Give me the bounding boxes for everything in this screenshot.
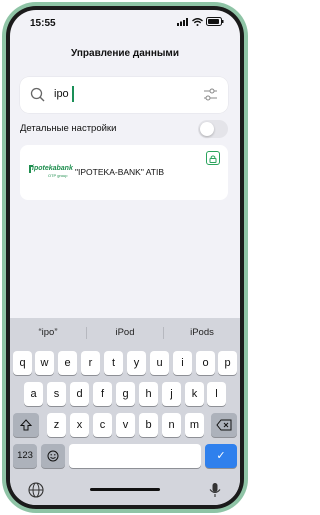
page-title: Управление данными <box>71 48 179 59</box>
toggle-knob <box>200 122 214 136</box>
key-a[interactable]: a <box>24 382 43 406</box>
suggestion-bar: “ipo” iPod iPods <box>10 318 240 348</box>
wifi-icon <box>192 17 203 26</box>
suggestion-divider <box>163 327 164 339</box>
key-b[interactable]: b <box>139 413 158 437</box>
key-l[interactable]: l <box>207 382 226 406</box>
key-s[interactable]: s <box>47 382 66 406</box>
text-cursor <box>72 86 74 102</box>
key-d[interactable]: d <box>70 382 89 406</box>
screen: 15:55 Управление данными ipo Детальные н… <box>10 10 240 505</box>
battery-icon <box>206 17 224 26</box>
status-time: 15:55 <box>30 18 56 29</box>
keyboard: “ipo” iPod iPods q w e r t y u i o p a s… <box>10 318 240 505</box>
status-bar: 15:55 <box>10 10 240 36</box>
lock-icon <box>206 151 220 165</box>
key-e[interactable]: e <box>58 351 77 375</box>
suggestion-divider <box>86 327 87 339</box>
key-k[interactable]: k <box>185 382 204 406</box>
cellular-icon <box>177 17 188 26</box>
key-u[interactable]: u <box>150 351 169 375</box>
shift-icon <box>19 419 33 431</box>
key-z[interactable]: z <box>47 413 66 437</box>
key-f[interactable]: f <box>93 382 112 406</box>
key-y[interactable]: y <box>127 351 146 375</box>
emoji-key[interactable] <box>41 444 65 468</box>
suggestion-3[interactable]: iPods <box>172 327 232 338</box>
status-icons <box>177 17 224 26</box>
key-q[interactable]: q <box>13 351 32 375</box>
backspace-icon <box>216 419 232 431</box>
key-h[interactable]: h <box>139 382 158 406</box>
delete-key[interactable] <box>211 413 237 437</box>
logo-text: ipotekabank <box>32 165 73 172</box>
globe-icon[interactable] <box>28 482 44 498</box>
key-m[interactable]: m <box>185 413 204 437</box>
bank-name: "IPOTEKA-BANK" ATIB <box>75 167 165 177</box>
key-w[interactable]: w <box>35 351 54 375</box>
emoji-icon <box>47 450 59 462</box>
key-x[interactable]: x <box>70 413 89 437</box>
logo-sub-text: OTP group <box>48 173 68 178</box>
home-indicator <box>90 488 160 491</box>
key-o[interactable]: o <box>196 351 215 375</box>
key-p[interactable]: p <box>218 351 237 375</box>
filter-sliders-icon[interactable] <box>203 87 218 102</box>
key-v[interactable]: v <box>116 413 135 437</box>
key-g[interactable]: g <box>116 382 135 406</box>
key-j[interactable]: j <box>162 382 181 406</box>
search-input[interactable]: ipo <box>54 88 69 100</box>
microphone-icon[interactable] <box>208 482 222 498</box>
search-field[interactable]: ipo <box>20 77 228 113</box>
suggestion-1[interactable]: “ipo” <box>18 327 78 338</box>
return-key[interactable]: ✓ <box>205 444 237 468</box>
key-n[interactable]: n <box>162 413 181 437</box>
detailed-settings-row: Детальные настройки <box>20 120 228 138</box>
bank-logo: ipotekabank OTP group <box>28 165 73 181</box>
key-c[interactable]: c <box>93 413 112 437</box>
key-i[interactable]: i <box>173 351 192 375</box>
key-t[interactable]: t <box>104 351 123 375</box>
shift-key[interactable] <box>13 413 39 437</box>
numbers-key[interactable]: 123 <box>13 444 37 468</box>
key-r[interactable]: r <box>81 351 100 375</box>
search-icon <box>30 87 45 102</box>
space-key[interactable] <box>69 444 201 468</box>
suggestion-2[interactable]: iPod <box>95 327 155 338</box>
detailed-settings-label: Детальные настройки <box>20 123 117 134</box>
detailed-settings-toggle[interactable] <box>198 120 228 138</box>
result-card[interactable]: ipotekabank OTP group "IPOTEKA-BANK" ATI… <box>20 145 228 200</box>
